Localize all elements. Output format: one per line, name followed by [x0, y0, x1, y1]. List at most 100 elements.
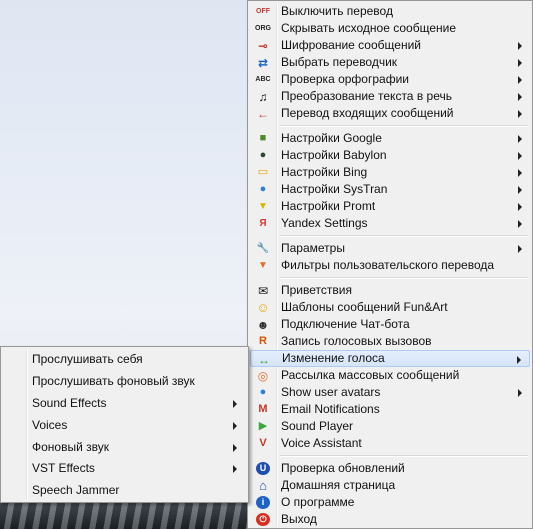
menu-item-label: Voice Assistant [281, 436, 362, 450]
menu-item-gmail[interactable]: M Email Notifications [250, 401, 530, 418]
submenu-arrow-icon [518, 76, 522, 84]
submenu-arrow-icon [518, 42, 522, 50]
menu-item-promt[interactable]: ▼ Настройки Promt [250, 198, 530, 215]
menu-item-arrow-left[interactable]: ← Перевод входящих сообщений [250, 105, 530, 122]
menu-item-label: Рассылка массовых сообщений [281, 368, 460, 382]
menu-item-label: Email Notifications [281, 402, 380, 416]
play-icon: ▶ [258, 420, 268, 432]
submenu-item-label: Sound Effects [32, 395, 107, 410]
submenu-item[interactable]: VST Effects [3, 458, 246, 480]
submenu-arrow-icon [233, 421, 237, 430]
menu-item-smiley[interactable]: ☺ Шаблоны сообщений Fun&Art [250, 299, 530, 316]
menu-item-label: Show user avatars [281, 385, 381, 399]
arrow-left-icon: ← [257, 106, 269, 121]
menu-item-bing[interactable]: ▭ Настройки Bing [250, 164, 530, 181]
submenu-item-label: Прослушивать себя [32, 352, 143, 366]
context-menu: OFF Выключить перевод ORG Скрывать исходное… [247, 0, 533, 529]
home-icon: ⌂ [259, 478, 267, 493]
submenu-item[interactable]: Прослушивать себя [3, 349, 246, 371]
menu-item-label: Шаблоны сообщений Fun&Art [281, 300, 448, 314]
music-note-icon: ♫ [258, 89, 268, 104]
voice-change-icon: ↔ [258, 352, 270, 367]
filter-icon: ▼ [258, 259, 268, 271]
menu-separator [280, 125, 528, 127]
menu-item-label: Выключить перевод [281, 4, 393, 18]
menu-item-label: Скрывать исходное сообщение [281, 21, 457, 35]
org-icon: ORG [255, 25, 271, 32]
submenu-arrow-icon [233, 399, 237, 408]
menu-item-label: Шифрование сообщений [281, 38, 421, 52]
menu-item-label: Yandex Settings [281, 216, 368, 230]
menu-item-label: Настройки Babylon [281, 148, 387, 162]
menu-item-label: Изменение голоса [282, 351, 385, 365]
menu-item-label: Выход [281, 512, 317, 526]
voice-change-submenu: Прослушивать себя Прослушивать фоновый зв… [0, 346, 249, 503]
menu-separator [280, 277, 528, 279]
menu-item-label: Проверка обновлений [281, 461, 405, 475]
menu-item-envelope[interactable]: ✉ Приветствия [250, 282, 530, 299]
menu-item-robot[interactable]: ☻ Подключение Чат-бота [250, 316, 530, 333]
google-icon: ■ [259, 132, 267, 144]
menu-item-label: Проверка орфографии [281, 72, 409, 86]
menu-item-babylon[interactable]: ● Настройки Babylon [250, 147, 530, 164]
menu-item-label: Настройки Bing [281, 165, 368, 179]
robot-icon: ☻ [256, 317, 270, 332]
menu-item-systran[interactable]: ● Настройки SysTran [250, 181, 530, 198]
menu-item-off[interactable]: OFF Выключить перевод [250, 3, 530, 20]
menu-item-label: Приветствия [281, 283, 352, 297]
submenu-arrow-icon [518, 203, 522, 211]
menu-item-broadcast[interactable]: ◎ Рассылка массовых сообщений [250, 367, 530, 384]
menu-item-label: Выбрать переводчик [281, 55, 398, 69]
smiley-icon: ☺ [256, 300, 270, 315]
menu-item-play[interactable]: ▶ Sound Player [250, 418, 530, 435]
abc-icon: ABC [255, 76, 271, 83]
avatar-icon: ● [259, 386, 267, 398]
menu-item-filter[interactable]: ▼ Фильтры пользовательского перевода [250, 257, 530, 274]
power-icon: ⏻ [256, 513, 270, 526]
menu-separator [280, 235, 528, 237]
key-icon: ⊸ [257, 38, 269, 53]
menu-item-info[interactable]: i О программе [250, 494, 530, 511]
menu-item-avatar[interactable]: ● Show user avatars [250, 384, 530, 401]
menu-item-power[interactable]: ⏻ Выход [250, 511, 530, 528]
menu-item-label: Настройки Promt [281, 199, 376, 213]
envelope-icon: ✉ [257, 283, 269, 298]
menu-item-key[interactable]: ⊸ Шифрование сообщений [250, 37, 530, 54]
submenu-item[interactable]: Speech Jammer [3, 480, 246, 502]
menu-item-label: Настройки SysTran [281, 182, 388, 196]
menu-item-yandex[interactable]: Я Yandex Settings [250, 215, 530, 232]
submenu-arrow-icon [518, 389, 522, 397]
menu-item-label: Запись голосовых вызовов [281, 334, 432, 348]
menu-item-abc[interactable]: ABC Проверка орфографии [250, 71, 530, 88]
menu-item-update[interactable]: U Проверка обновлений [250, 460, 530, 477]
submenu-arrow-icon [518, 169, 522, 177]
submenu-item[interactable]: Прослушивать фоновый звук [3, 371, 246, 393]
submenu-arrow-icon [518, 186, 522, 194]
menu-item-voice-assistant[interactable]: V Voice Assistant [250, 435, 530, 452]
menu-item-org[interactable]: ORG Скрывать исходное сообщение [250, 20, 530, 37]
off-icon: OFF [256, 8, 270, 15]
submenu-arrow-icon [518, 245, 522, 253]
submenu-item-label: VST Effects [32, 461, 95, 476]
info-icon: i [256, 496, 270, 509]
menu-item-record[interactable]: R Запись голосовых вызовов [250, 333, 530, 350]
menu-item-swap[interactable]: ⇄ Выбрать переводчик [250, 54, 530, 71]
submenu-arrow-icon [518, 135, 522, 143]
menu-item-voice-change[interactable]: ↔ Изменение голоса [250, 350, 530, 367]
gmail-icon: M [258, 403, 268, 415]
menu-item-google[interactable]: ■ Настройки Google [250, 130, 530, 147]
submenu-item[interactable]: Sound Effects [3, 393, 246, 415]
submenu-item-label: Прослушивать фоновый звук [32, 373, 195, 388]
submenu-arrow-icon [518, 59, 522, 67]
update-icon: U [256, 462, 270, 475]
yandex-icon: Я [259, 217, 267, 229]
menu-item-home[interactable]: ⌂ Домашняя страница [250, 477, 530, 494]
submenu-arrow-icon [518, 220, 522, 228]
submenu-item[interactable]: Фоновый звук [3, 437, 246, 459]
submenu-arrow-icon [233, 465, 237, 474]
submenu-arrow-icon [517, 356, 521, 364]
submenu-item[interactable]: Voices [3, 415, 246, 437]
menu-item-wrench[interactable]: 🔧 Параметры [250, 240, 530, 257]
swap-icon: ⇄ [257, 55, 269, 70]
menu-item-music-note[interactable]: ♫ Преобразование текста в речь [250, 88, 530, 105]
